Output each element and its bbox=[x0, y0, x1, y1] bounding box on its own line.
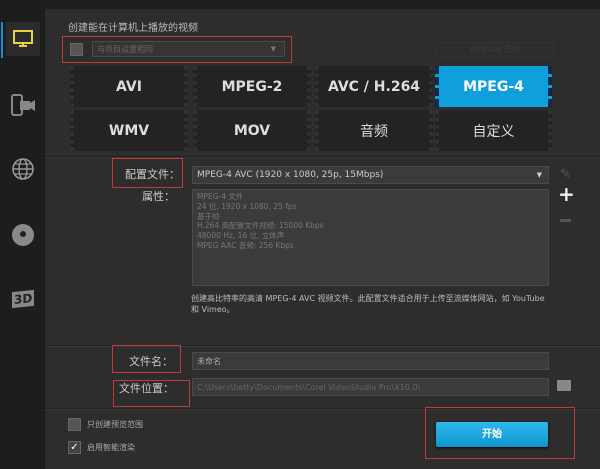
chevron-down-icon: ▼ bbox=[536, 171, 542, 179]
disc-icon[interactable] bbox=[6, 218, 40, 252]
smart-render-checkbox[interactable]: ✓ bbox=[68, 441, 81, 454]
remove-icon[interactable] bbox=[560, 219, 571, 222]
profile-description: 创建高比特率的高清 MPEG-4 AVC 视频文件。此配置文件适合用于上传至流媒… bbox=[191, 294, 545, 314]
property-line: 24 位, 1920 x 1080, 25 fps bbox=[197, 201, 297, 211]
add-icon[interactable]: + bbox=[558, 184, 575, 204]
page-title: 创建能在计算机上播放的视频 bbox=[68, 23, 198, 34]
profile-value: MPEG-4 AVC (1920 x 1080, 25p, 15Mbps) bbox=[197, 170, 384, 180]
3d-icon[interactable]: 3D bbox=[6, 282, 40, 316]
highlight-box bbox=[112, 158, 183, 188]
format-mov[interactable]: MOV bbox=[193, 110, 311, 151]
sidebar: 3D bbox=[0, 0, 45, 469]
profile-select[interactable]: MPEG-4 AVC (1920 x 1080, 25p, 15Mbps) ▼ bbox=[192, 166, 549, 184]
location-input[interactable]: C:\Users\betty\Documents\Corel VideoStud… bbox=[192, 378, 549, 396]
properties-box: MPEG-4 文件 24 位, 1920 x 1080, 25 fps 基于帧 … bbox=[192, 189, 549, 286]
properties-label: 属性： bbox=[142, 190, 175, 203]
browse-folder-icon[interactable] bbox=[557, 380, 571, 391]
format-avi[interactable]: AVI bbox=[70, 66, 188, 107]
active-indicator bbox=[1, 22, 3, 58]
highlight-box bbox=[113, 380, 190, 407]
computer-icon[interactable] bbox=[6, 22, 40, 56]
device-icon[interactable] bbox=[6, 88, 40, 122]
smart-render-label: 启用智能渲染 bbox=[87, 443, 135, 452]
highlight-box bbox=[62, 36, 292, 63]
property-line: 基于帧 bbox=[197, 211, 220, 221]
property-line: MPEG-4 文件 bbox=[197, 192, 244, 201]
preview-range-label: 只创建预览范围 bbox=[87, 420, 143, 429]
highlight-box bbox=[112, 345, 181, 373]
edit-pencil-icon[interactable]: ✎ bbox=[560, 167, 571, 182]
property-line: H.264 高配置文件视频: 15000 Kbps bbox=[197, 221, 324, 231]
format-avc-h264[interactable]: AVC / H.264 bbox=[315, 66, 433, 107]
format-mpeg4[interactable]: MPEG-4 bbox=[435, 66, 552, 107]
format-mpeg2[interactable]: MPEG-2 bbox=[193, 66, 311, 107]
property-line: MPEG AAC 音频: 256 Kbps bbox=[197, 240, 294, 250]
filename-input[interactable]: 未命名 bbox=[192, 352, 549, 370]
web-globe-icon[interactable] bbox=[6, 152, 40, 186]
format-audio[interactable]: 音频 bbox=[315, 110, 433, 151]
top-band bbox=[45, 0, 600, 9]
property-line: 48000 Hz, 16 位, 立体声 bbox=[197, 231, 285, 241]
preview-range-checkbox[interactable] bbox=[68, 418, 81, 431]
highlight-box bbox=[425, 407, 575, 459]
format-custom[interactable]: 自定义 bbox=[435, 110, 552, 151]
filename-value: 未命名 bbox=[197, 356, 221, 366]
format-options-button[interactable]: MPEG-4 选项 bbox=[436, 42, 554, 58]
format-wmv[interactable]: WMV bbox=[70, 110, 188, 151]
location-value: C:\Users\betty\Documents\Corel VideoStud… bbox=[197, 382, 421, 392]
